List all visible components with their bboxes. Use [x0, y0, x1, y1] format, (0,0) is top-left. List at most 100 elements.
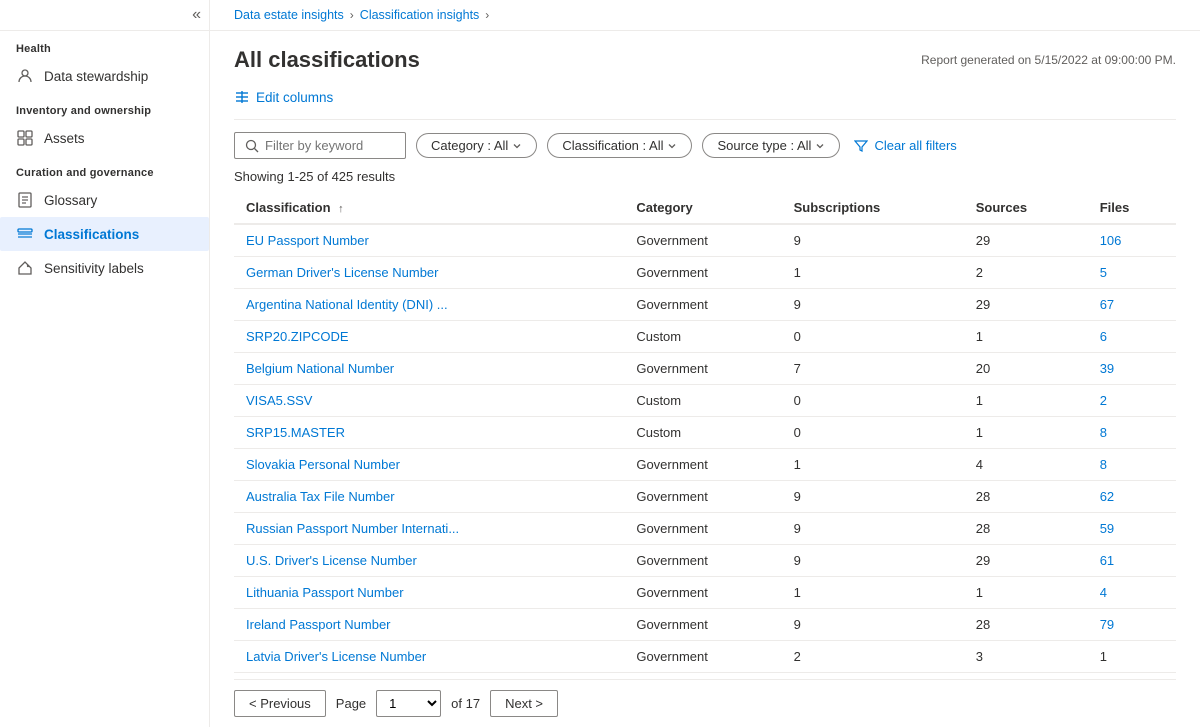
classification-cell[interactable]: German Driver's License Number	[234, 257, 624, 289]
sidebar-item-label: Data stewardship	[44, 69, 148, 84]
sidebar-item-data-stewardship[interactable]: Data stewardship	[0, 59, 209, 93]
classification-cell[interactable]: Australia Tax File Number	[234, 481, 624, 513]
sidebar: « Health Data stewardship Inventory and …	[0, 0, 210, 727]
breadcrumb-classification-insights[interactable]: Classification insights	[360, 8, 480, 22]
sources-cell: 1	[964, 577, 1088, 609]
table-row: German Driver's License NumberGovernment…	[234, 257, 1176, 289]
page-header: All classifications Report generated on …	[234, 47, 1176, 73]
classification-cell[interactable]: Argentina National Identity (DNI) ...	[234, 289, 624, 321]
classification-cell[interactable]: Latvia Driver's License Number	[234, 641, 624, 673]
sources-cell: 29	[964, 224, 1088, 257]
classification-cell[interactable]: Ireland Passport Number	[234, 609, 624, 641]
category-cell: Government	[624, 289, 781, 321]
table-row: Argentina National Identity (DNI) ...Gov…	[234, 289, 1176, 321]
files-cell[interactable]: 61	[1088, 545, 1176, 577]
sidebar-section-inventory: Inventory and ownership	[0, 93, 209, 121]
breadcrumb-sep-2: ›	[485, 8, 489, 22]
files-cell[interactable]: 2	[1088, 385, 1176, 417]
toolbar: Edit columns	[234, 85, 1176, 120]
files-cell[interactable]: 79	[1088, 609, 1176, 641]
classification-cell[interactable]: Belgium National Number	[234, 353, 624, 385]
sources-cell: 1	[964, 417, 1088, 449]
clear-filters-button[interactable]: Clear all filters	[854, 138, 956, 153]
source-type-filter-button[interactable]: Source type : All	[702, 133, 840, 158]
page-select[interactable]: 1234567891011121314151617	[376, 690, 441, 717]
files-cell: 1	[1088, 641, 1176, 673]
classification-cell[interactable]: SRP15.MASTER	[234, 417, 624, 449]
collapse-icon[interactable]: «	[192, 6, 201, 24]
files-cell[interactable]: 5	[1088, 257, 1176, 289]
subscriptions-cell: 9	[782, 609, 964, 641]
classifications-icon	[16, 225, 34, 243]
col-header-category: Category	[624, 192, 781, 224]
classification-cell[interactable]: U.S. Driver's License Number	[234, 545, 624, 577]
search-input[interactable]	[265, 138, 395, 153]
table-row: SRP20.ZIPCODECustom016	[234, 321, 1176, 353]
classification-cell[interactable]: VISA5.SSV	[234, 385, 624, 417]
category-filter-label: Category : All	[431, 138, 508, 153]
subscriptions-cell: 2	[782, 641, 964, 673]
filter-keyword-wrapper[interactable]	[234, 132, 406, 159]
previous-button[interactable]: < Previous	[234, 690, 326, 717]
sidebar-item-sensitivity-labels[interactable]: Sensitivity labels	[0, 251, 209, 285]
breadcrumb-data-estate[interactable]: Data estate insights	[234, 8, 344, 22]
sidebar-item-classifications[interactable]: Classifications	[0, 217, 209, 251]
files-cell[interactable]: 62	[1088, 481, 1176, 513]
files-cell[interactable]: 4	[1088, 577, 1176, 609]
classification-cell[interactable]: Slovakia Personal Number	[234, 449, 624, 481]
sidebar-collapse-btn[interactable]: «	[0, 0, 209, 31]
files-cell[interactable]: 8	[1088, 449, 1176, 481]
category-cell: Government	[624, 641, 781, 673]
sidebar-item-label: Classifications	[44, 227, 139, 242]
report-time: Report generated on 5/15/2022 at 09:00:0…	[921, 53, 1176, 67]
category-cell: Government	[624, 257, 781, 289]
data-stewardship-icon	[16, 67, 34, 85]
classification-filter-label: Classification : All	[562, 138, 663, 153]
subscriptions-cell: 0	[782, 417, 964, 449]
data-table-wrapper[interactable]: Classification ↑ Category Subscriptions …	[234, 192, 1176, 679]
classification-cell[interactable]: EU Passport Number	[234, 224, 624, 257]
sidebar-section-curation: Curation and governance	[0, 155, 209, 183]
classification-cell[interactable]: Russian Passport Number Internati...	[234, 513, 624, 545]
sources-cell: 29	[964, 289, 1088, 321]
filter-clear-icon	[854, 139, 868, 153]
classification-cell[interactable]: Lithuania Passport Number	[234, 577, 624, 609]
table-row: Russian Passport Number Internati...Gove…	[234, 513, 1176, 545]
sidebar-item-assets[interactable]: Assets	[0, 121, 209, 155]
files-cell[interactable]: 106	[1088, 224, 1176, 257]
classifications-table: Classification ↑ Category Subscriptions …	[234, 192, 1176, 673]
subscriptions-cell: 9	[782, 513, 964, 545]
files-cell[interactable]: 67	[1088, 289, 1176, 321]
files-cell[interactable]: 59	[1088, 513, 1176, 545]
files-cell[interactable]: 39	[1088, 353, 1176, 385]
files-cell[interactable]: 6	[1088, 321, 1176, 353]
chevron-down-icon	[815, 141, 825, 151]
subscriptions-cell: 0	[782, 321, 964, 353]
sources-cell: 28	[964, 609, 1088, 641]
chevron-down-icon	[667, 141, 677, 151]
subscriptions-cell: 7	[782, 353, 964, 385]
subscriptions-cell: 9	[782, 481, 964, 513]
search-icon	[245, 139, 259, 153]
category-cell: Custom	[624, 417, 781, 449]
sources-cell: 3	[964, 641, 1088, 673]
sources-cell: 1	[964, 321, 1088, 353]
pagination-bar: < Previous Page 123456789101112131415161…	[234, 679, 1176, 727]
table-row: Slovakia Personal NumberGovernment148	[234, 449, 1176, 481]
next-button[interactable]: Next >	[490, 690, 558, 717]
col-header-classification[interactable]: Classification ↑	[234, 192, 624, 224]
sidebar-item-glossary[interactable]: Glossary	[0, 183, 209, 217]
category-cell: Government	[624, 353, 781, 385]
edit-columns-icon	[234, 89, 250, 105]
category-cell: Custom	[624, 385, 781, 417]
edit-columns-button[interactable]: Edit columns	[234, 85, 333, 109]
filters-bar: Category : All Classification : All Sour…	[234, 132, 1176, 159]
page-label: Page	[336, 696, 366, 711]
category-filter-button[interactable]: Category : All	[416, 133, 537, 158]
classification-filter-button[interactable]: Classification : All	[547, 133, 692, 158]
category-cell: Government	[624, 609, 781, 641]
files-cell[interactable]: 8	[1088, 417, 1176, 449]
classification-cell[interactable]: SRP20.ZIPCODE	[234, 321, 624, 353]
sidebar-item-label: Assets	[44, 131, 85, 146]
col-header-sources: Sources	[964, 192, 1088, 224]
